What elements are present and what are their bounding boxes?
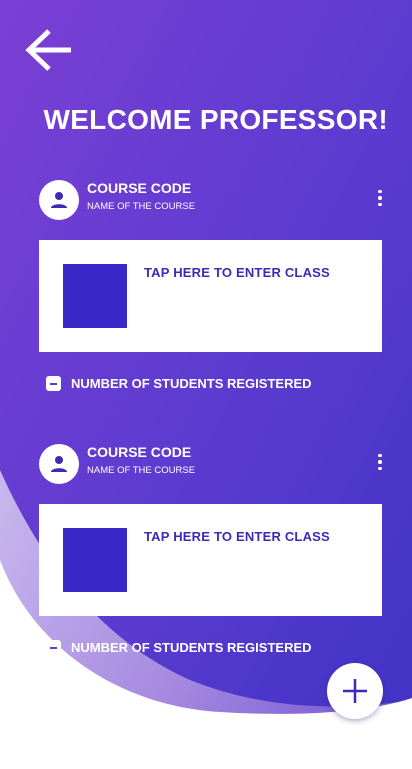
arrow-left-icon xyxy=(25,29,71,71)
enter-class-label: TAP HERE TO ENTER CLASS xyxy=(144,529,330,544)
page-title: WELCOME PROFESSOR! xyxy=(43,104,388,135)
avatar xyxy=(39,180,79,220)
minus-square-icon xyxy=(46,640,61,655)
course-name: NAME OF THE COURSE xyxy=(87,201,196,212)
course-header: COURSE CODE NAME OF THE COURSE xyxy=(0,180,412,228)
more-options-button[interactable] xyxy=(368,186,392,210)
back-button[interactable] xyxy=(24,26,74,74)
students-registered: NUMBER OF STUDENTS REGISTERED xyxy=(46,640,312,655)
enter-class-card[interactable]: TAP HERE TO ENTER CLASS xyxy=(39,504,382,616)
course-thumbnail xyxy=(63,264,127,328)
students-registered: NUMBER OF STUDENTS REGISTERED xyxy=(46,376,312,391)
more-vertical-icon xyxy=(378,189,382,194)
person-icon xyxy=(51,456,67,472)
person-icon xyxy=(51,192,67,208)
course-code: COURSE CODE xyxy=(87,180,192,196)
course-code: COURSE CODE xyxy=(87,444,192,460)
plus-icon xyxy=(343,679,367,703)
course-name: NAME OF THE COURSE xyxy=(87,465,196,476)
course-header: COURSE CODE NAME OF THE COURSE xyxy=(0,444,412,492)
more-options-button[interactable] xyxy=(368,450,392,474)
avatar xyxy=(39,444,79,484)
students-registered-label: NUMBER OF STUDENTS REGISTERED xyxy=(71,640,312,655)
students-registered-label: NUMBER OF STUDENTS REGISTERED xyxy=(71,376,312,391)
course-item: COURSE CODE NAME OF THE COURSE TAP HERE … xyxy=(0,180,412,391)
more-vertical-icon xyxy=(378,453,382,458)
course-thumbnail xyxy=(63,528,127,592)
course-item: COURSE CODE NAME OF THE COURSE TAP HERE … xyxy=(0,444,412,655)
enter-class-card[interactable]: TAP HERE TO ENTER CLASS xyxy=(39,240,382,352)
add-course-button[interactable] xyxy=(327,663,383,719)
minus-square-icon xyxy=(46,376,61,391)
enter-class-label: TAP HERE TO ENTER CLASS xyxy=(144,265,330,280)
